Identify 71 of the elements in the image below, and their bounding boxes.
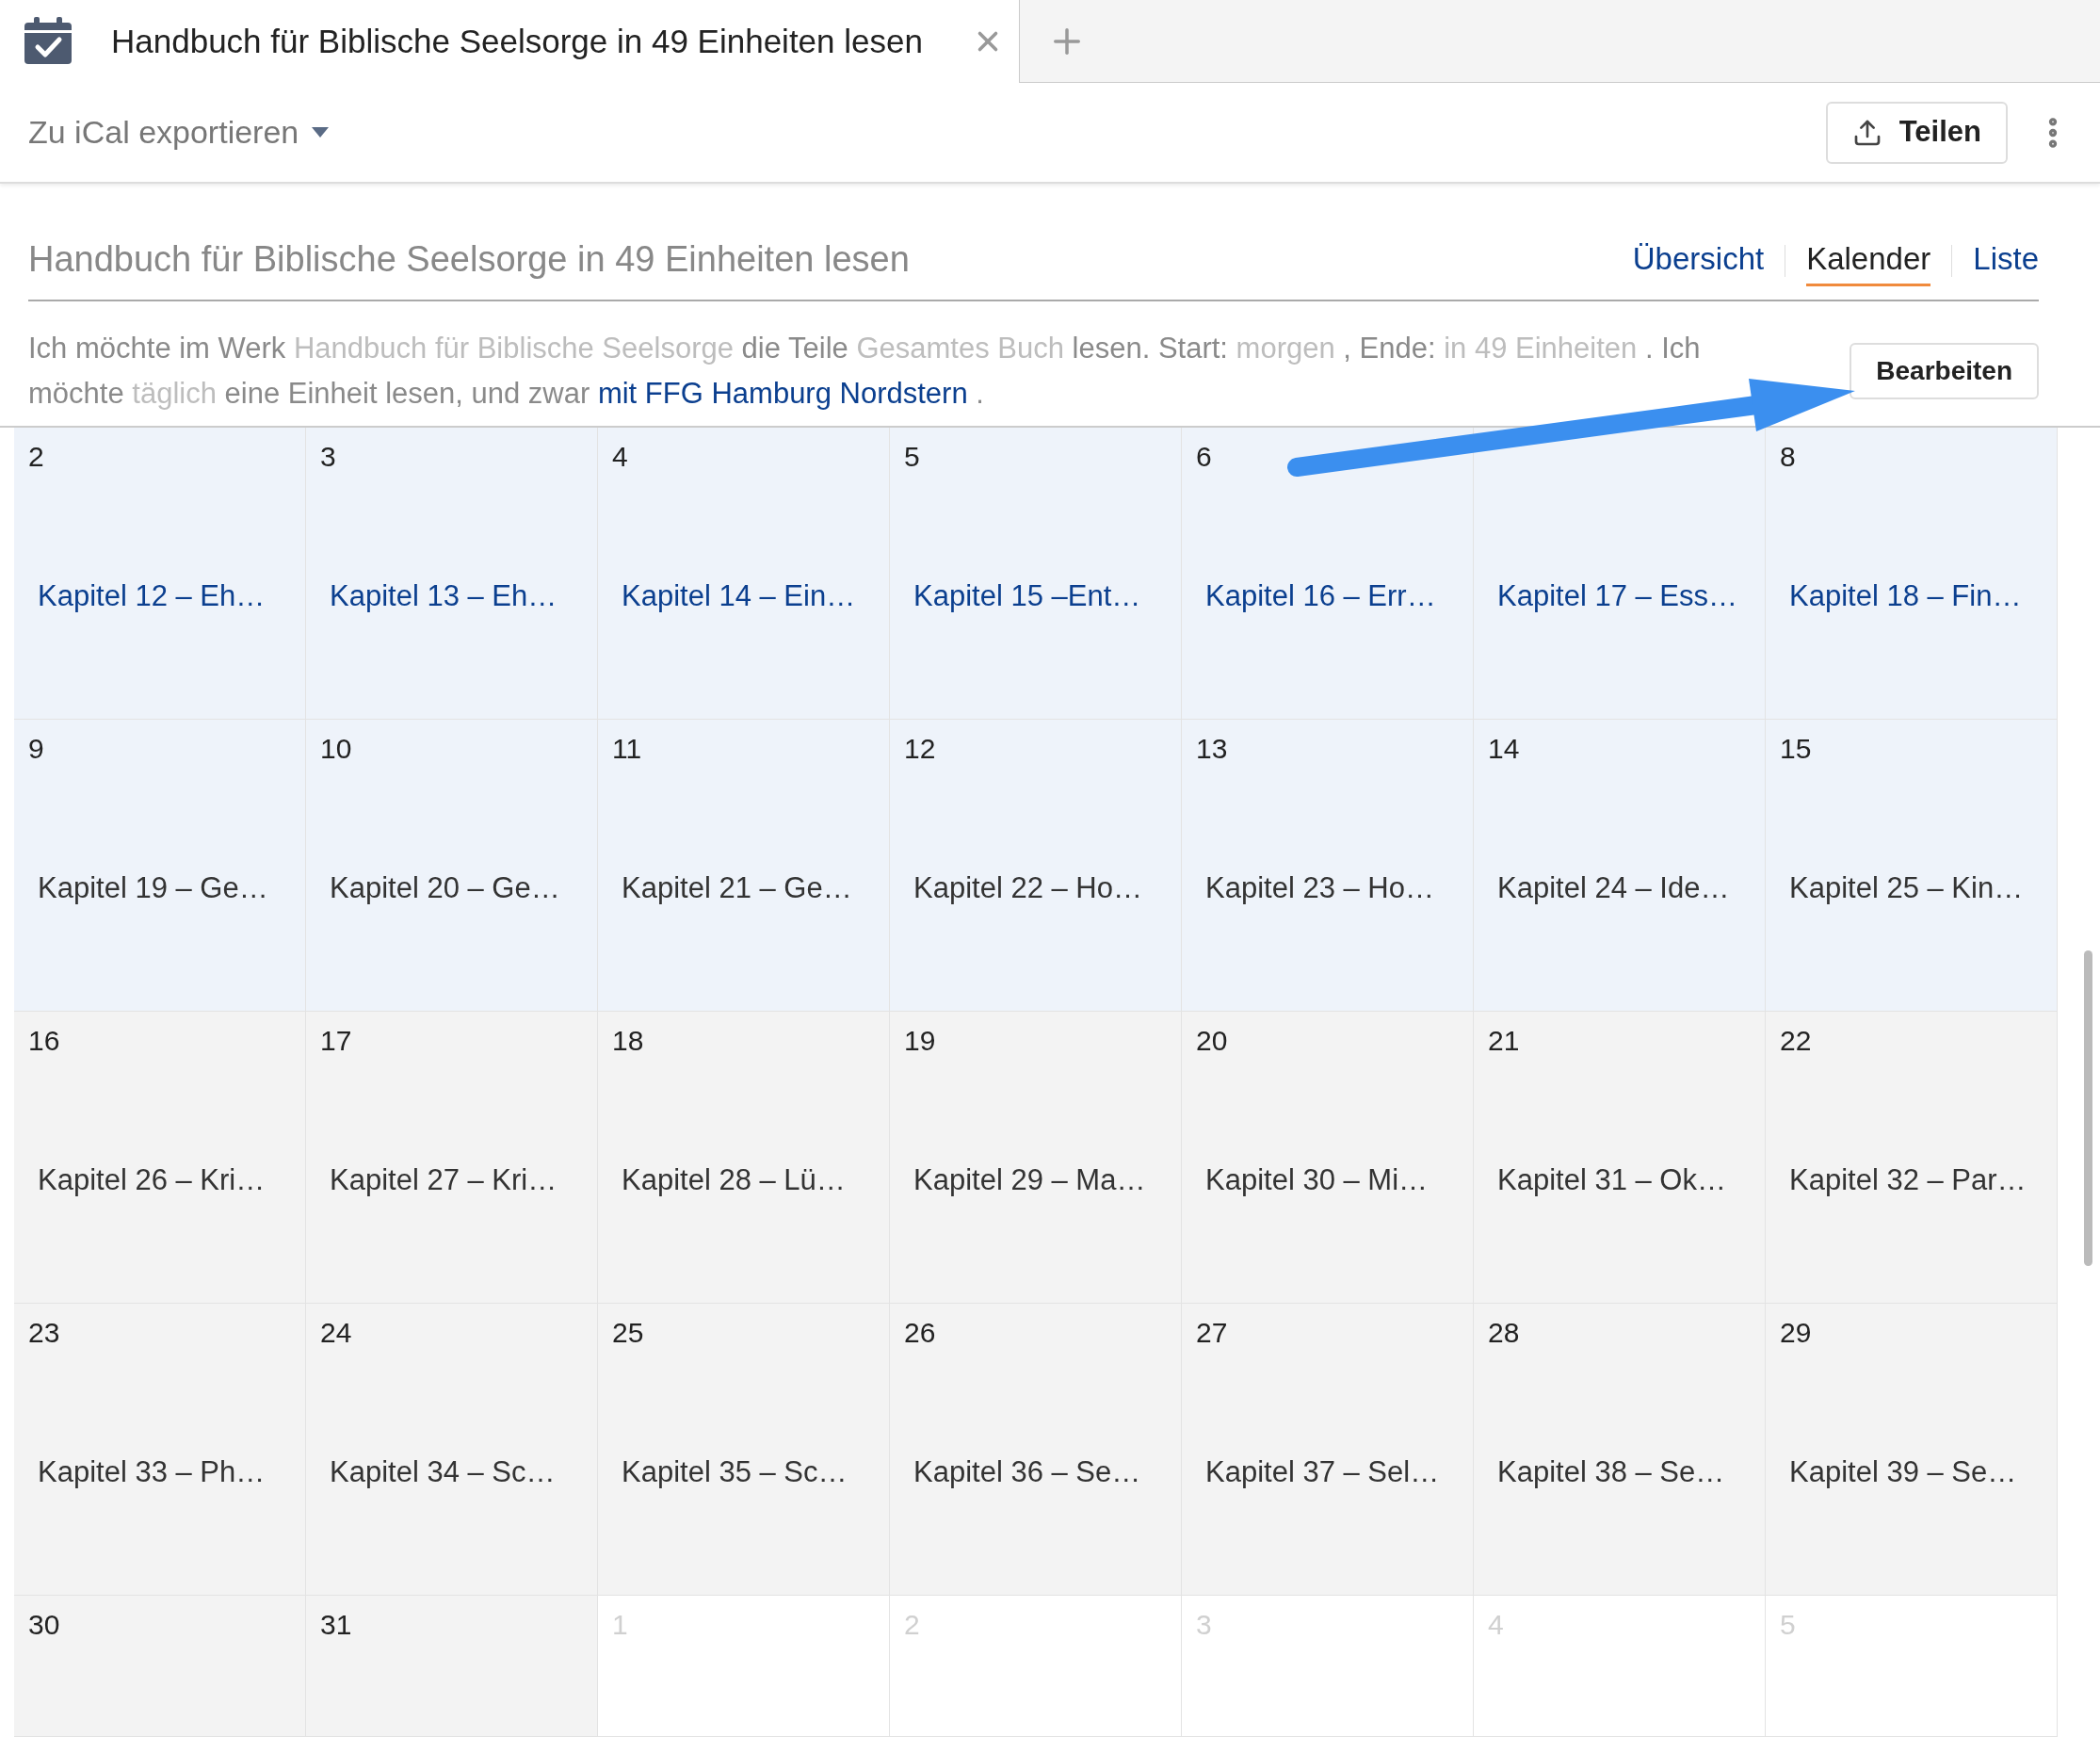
reading-entry: Kapitel 37 – Sel… [1205, 1454, 1441, 1490]
day-number: 23 [28, 1316, 61, 1349]
day-number: 10 [320, 732, 353, 765]
reading-entry: Kapitel 30 – Mi… [1205, 1162, 1430, 1198]
reading-entry: Kapitel 33 – Ph… [38, 1454, 267, 1490]
day-number: 11 [612, 732, 643, 765]
reading-entry[interactable]: Kapitel 13 – Eh… [330, 575, 583, 619]
day-number: 12 [904, 732, 937, 765]
reading-entry[interactable]: Kapitel 18 – Fin… [1789, 575, 2043, 619]
day-number: 27 [1196, 1316, 1229, 1349]
reading-entry: Kapitel 25 – Kin… [1789, 870, 2025, 906]
scrollbar-thumb[interactable] [2084, 950, 2092, 1266]
caret-icon [312, 127, 330, 138]
view-tab[interactable]: Übersicht [1632, 235, 1765, 286]
day-number: 22 [1780, 1024, 1813, 1057]
tab-title: Handbuch für Biblische Seelsorge in 49 Einheiten lesen [111, 21, 923, 61]
day-number: 9 [28, 732, 45, 765]
reading-entry[interactable]: Kapitel 14 – Ein… [622, 575, 875, 619]
day-number: 24 [320, 1316, 353, 1349]
day-number: 8 [1780, 440, 1797, 473]
reading-entry: Kapitel 21 – Ge… [622, 870, 853, 906]
day-number: 25 [612, 1316, 645, 1349]
view-tab[interactable]: Liste [1973, 235, 2039, 286]
reading-entry: Kapitel 38 – Se… [1497, 1454, 1726, 1490]
export-dropdown[interactable]: Zu iCal exportieren [28, 108, 330, 156]
reading-entry: Kapitel 34 – Sc… [330, 1454, 557, 1490]
reading-entry: Kapitel 29 – Ma… [913, 1162, 1147, 1198]
day-number: 3 [320, 440, 337, 473]
edit-button[interactable]: Bearbeiten [1850, 343, 2039, 399]
day-number: 4 [612, 440, 629, 473]
reading-entry: Kapitel 23 – Ho… [1205, 870, 1435, 906]
day-number: 19 [904, 1024, 937, 1057]
reading-entry: Kapitel 19 – Ge… [38, 870, 269, 906]
document-tab[interactable]: Handbuch für Biblische Seelsorge in 49 Einheiten lesen [0, 0, 1020, 83]
reading-entry[interactable]: Kapitel 16 – Err… [1205, 575, 1459, 619]
plan-sentence: Ich möchte im Werk Handbuch für Biblische Seelsorge die Teile Gesamtes Buch lesen. Start: morgen , Ende: in 49 Einheiten . Ich möchte täglich eine Einheit lesen, und zwar mit FFG Hamburg Nordstern . [28, 331, 1702, 412]
day-number: 6 [1196, 440, 1213, 473]
reading-entry: Kapitel 36 – Se… [913, 1454, 1142, 1490]
share-button[interactable]: Teilen [1825, 101, 2008, 164]
reading-entry[interactable]: Kapitel 15 –Ent… [913, 575, 1167, 619]
day-number: 28 [1488, 1316, 1521, 1349]
reading-entry: Kapitel 35 – Sc… [622, 1454, 848, 1490]
reading-entry: Kapitel 39 – Se… [1789, 1454, 2018, 1490]
calendar-check-icon [23, 17, 73, 66]
day-number: 16 [28, 1024, 61, 1057]
day-number: 21 [1488, 1024, 1521, 1057]
day-number: 2 [28, 440, 45, 473]
group-link[interactable]: mit FFG Hamburg Nordstern [597, 377, 968, 410]
reading-entry: Kapitel 31 – Ok… [1497, 1162, 1727, 1198]
view-tab[interactable]: Kalender [1806, 235, 1931, 286]
day-number: 26 [904, 1316, 937, 1349]
day-number: 31 [320, 1608, 353, 1641]
reading-entry[interactable]: Kapitel 12 – Eh… [38, 575, 291, 619]
day-number: 30 [28, 1608, 61, 1641]
reading-entry: Kapitel 24 – Ide… [1497, 870, 1731, 906]
day-number: 13 [1196, 732, 1229, 765]
reading-entry: Kapitel 32 – Par… [1789, 1162, 2027, 1198]
day-number: 20 [1196, 1024, 1229, 1057]
plan-title: Handbuch für Biblische Seelsorge in 49 Einheiten lesen [28, 238, 910, 281]
day-number: 18 [612, 1024, 645, 1057]
day-number: 15 [1780, 732, 1813, 765]
reading-entry: Kapitel 26 – Kri… [38, 1162, 267, 1198]
day-number: 5 [904, 440, 921, 473]
reading-entry[interactable]: Kapitel 17 – Ess… [1497, 575, 1751, 619]
day-number: 29 [1780, 1316, 1813, 1349]
day-number: 14 [1488, 732, 1521, 765]
reading-entry: Kapitel 27 – Kri… [330, 1162, 558, 1198]
reading-entry: Kapitel 22 – Ho… [913, 870, 1143, 906]
day-number: 17 [320, 1024, 353, 1057]
reading-entry: Kapitel 28 – Lü… [622, 1162, 847, 1198]
reading-entry: Kapitel 20 – Ge… [330, 870, 561, 906]
